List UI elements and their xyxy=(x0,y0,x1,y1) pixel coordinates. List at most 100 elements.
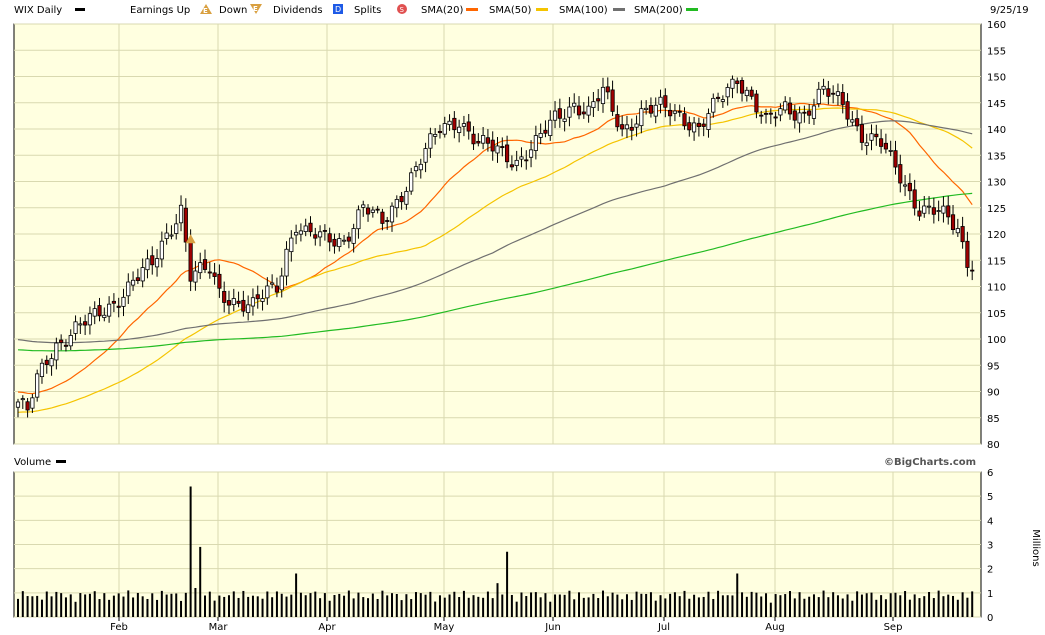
candle-down xyxy=(807,110,812,116)
candle-up xyxy=(246,304,251,313)
candle-up xyxy=(78,323,83,326)
volume-bar xyxy=(621,599,624,617)
candle-down xyxy=(787,102,793,115)
candle-down xyxy=(629,126,634,131)
candle-down xyxy=(912,189,917,209)
candle-down xyxy=(596,98,601,102)
volume-bar xyxy=(218,595,221,617)
candle-down xyxy=(188,238,193,282)
candle-up xyxy=(131,279,136,286)
candle-up xyxy=(389,205,395,223)
candle-up xyxy=(864,142,869,146)
volume-bar xyxy=(578,592,581,617)
candle-down xyxy=(150,255,155,266)
volume-bar xyxy=(17,598,19,617)
price-tick-label: 115 xyxy=(987,256,1006,267)
volume-bar xyxy=(36,595,39,617)
price-tick-label: 145 xyxy=(987,99,1006,110)
candle-down xyxy=(874,133,879,138)
volume-bar xyxy=(98,599,101,617)
candle-up xyxy=(624,124,630,130)
candle-down xyxy=(826,88,831,97)
candle-up xyxy=(20,398,25,401)
volume-bar xyxy=(760,596,763,617)
volume-bar xyxy=(491,598,494,617)
candle-down xyxy=(859,124,864,143)
candle-up xyxy=(941,205,946,214)
candle-up xyxy=(145,258,150,271)
candle-up xyxy=(902,184,908,187)
candle-up xyxy=(39,362,45,378)
candle-up xyxy=(178,204,184,224)
volume-bar xyxy=(443,597,446,617)
volume-bar xyxy=(165,594,168,617)
volume-bar xyxy=(697,597,700,617)
volume-bar xyxy=(242,590,245,617)
candle-up xyxy=(409,172,414,192)
candle-up xyxy=(816,88,821,105)
candle-up xyxy=(634,123,639,128)
volume-bar xyxy=(606,596,609,617)
splits-label: Splits xyxy=(354,5,381,16)
volume-bar xyxy=(645,593,648,617)
volume-bar xyxy=(865,593,868,617)
x-axis: Feb Mar Apr May Jun Jul Aug Sep xyxy=(110,617,902,633)
volume-bar xyxy=(414,592,417,617)
candle-down xyxy=(97,305,102,317)
volume-bar xyxy=(880,595,883,617)
candle-up xyxy=(107,303,112,317)
legend-sma50-swatch xyxy=(536,8,548,11)
candle-up xyxy=(778,108,783,116)
candle-up xyxy=(250,297,256,307)
volume-bar xyxy=(649,592,652,617)
volume-bar xyxy=(678,596,681,617)
ticker-swatch xyxy=(75,8,85,11)
candle-down xyxy=(25,401,30,411)
volume-bar xyxy=(319,598,322,617)
candle-up xyxy=(284,248,289,277)
candle-up xyxy=(672,110,677,114)
candle-up xyxy=(270,282,275,285)
volume-bar xyxy=(237,597,240,617)
candle-down xyxy=(557,108,562,119)
volume-bar xyxy=(741,592,744,617)
volume-bar xyxy=(170,593,173,617)
candle-up xyxy=(869,133,874,141)
price-tick-label: 120 xyxy=(987,230,1006,241)
volume-bar xyxy=(434,601,437,617)
volume-bar xyxy=(673,592,676,617)
volume-bar xyxy=(640,593,643,617)
candle-up xyxy=(356,209,361,230)
volume-bar xyxy=(299,592,302,617)
candle-down xyxy=(485,137,490,144)
x-tick-label: Feb xyxy=(110,622,128,633)
volume-bar xyxy=(841,598,844,617)
volume-bar xyxy=(357,592,360,617)
volume-bar xyxy=(309,593,312,617)
candle-down xyxy=(620,124,625,130)
candle-down xyxy=(255,294,260,300)
candle-up xyxy=(811,105,817,119)
volume-bar xyxy=(870,592,873,617)
volume-bar xyxy=(889,593,892,617)
volume-bar xyxy=(338,593,341,617)
volume-bar xyxy=(362,597,365,617)
candle-down xyxy=(946,205,951,218)
volume-bar xyxy=(419,593,422,617)
candle-down xyxy=(879,138,884,147)
price-tick-label: 80 xyxy=(987,440,1000,451)
candle-up xyxy=(279,275,284,291)
volume-bar xyxy=(79,593,82,617)
candle-down xyxy=(346,236,351,242)
candle-up xyxy=(538,133,543,138)
candle-up xyxy=(850,119,855,123)
candle-down xyxy=(759,114,764,117)
candle-down xyxy=(763,112,769,115)
candle-up xyxy=(481,135,486,144)
volume-bar xyxy=(616,594,619,617)
candle-up xyxy=(404,191,409,205)
candle-up xyxy=(30,397,35,409)
candle-down xyxy=(365,207,371,215)
volume-bar xyxy=(395,594,398,617)
candle-down xyxy=(452,117,457,131)
